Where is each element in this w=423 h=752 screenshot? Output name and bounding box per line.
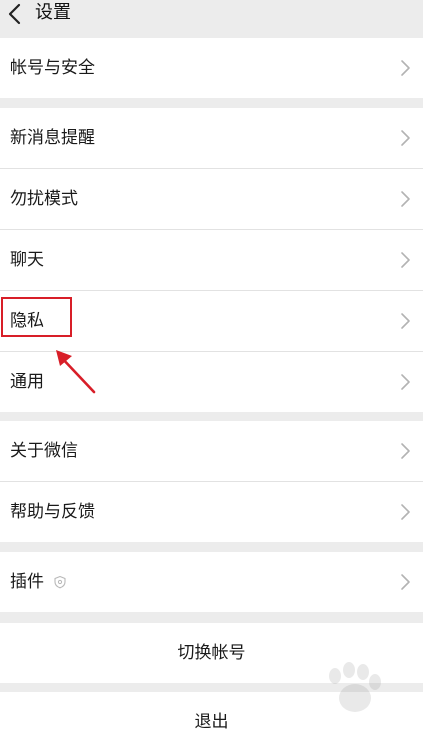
menu-item-help-feedback[interactable]: 帮助与反馈 [0,482,423,542]
menu-item-label: 帮助与反馈 [10,502,95,522]
chevron-right-icon [401,252,410,268]
menu-item-do-not-disturb[interactable]: 勿扰模式 [0,169,423,229]
page-title: 设置 [35,2,71,23]
nav-bar: 设置 [0,0,423,30]
highlight-box [1,297,72,337]
menu-item-chat[interactable]: 聊天 [0,230,423,290]
chevron-right-icon [401,313,410,329]
menu-item-account-security[interactable]: 帐号与安全 [0,38,423,98]
menu-item-plugins[interactable]: 插件 [0,552,423,612]
shield-icon [54,575,66,589]
menu-item-label: 聊天 [10,250,44,270]
menu-item-label: 关于微信 [10,441,78,461]
paw-watermark-icon [329,662,381,712]
chevron-right-icon [401,574,410,590]
chevron-right-icon [401,60,410,76]
menu-item-label: 新消息提醒 [10,128,95,148]
chevron-right-icon [401,191,410,207]
chevron-right-icon [401,443,410,459]
menu-item-new-message-alerts[interactable]: 新消息提醒 [0,108,423,168]
menu-item-label: 通用 [10,372,44,392]
chevron-right-icon [401,130,410,146]
back-icon[interactable] [5,2,25,26]
menu-item-label: 插件 [10,572,44,592]
arrow-annotation-icon [56,350,96,394]
menu-item-label: 帐号与安全 [10,58,95,78]
chevron-right-icon [401,374,410,390]
menu-item-about-wechat[interactable]: 关于微信 [0,421,423,481]
menu-item-label: 勿扰模式 [10,189,78,209]
chevron-right-icon [401,504,410,520]
